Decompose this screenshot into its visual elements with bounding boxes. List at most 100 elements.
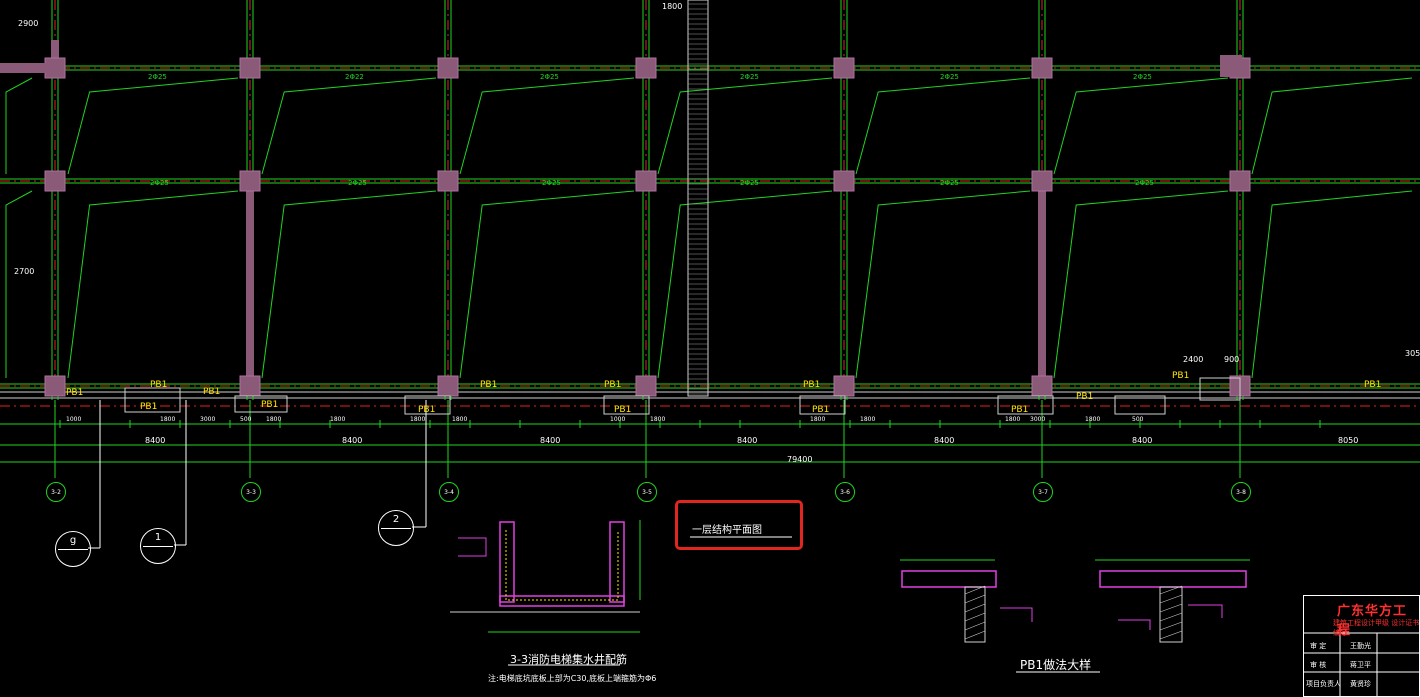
- beam-label: 2Φ25: [1133, 73, 1152, 81]
- slab-span-line: [855, 77, 1031, 175]
- dim-top-mid: 1800: [662, 2, 683, 11]
- pb-label: PB1: [604, 380, 622, 390]
- axis-bubble: 3-6: [835, 482, 855, 502]
- beam-label: 2Φ25: [150, 179, 169, 187]
- column: [239, 57, 261, 79]
- detail-dim: 1800: [330, 416, 346, 423]
- slab-span-line: [5, 77, 33, 174]
- section-title: 3-3消防电梯集水井配筋: [510, 653, 627, 666]
- beam-label: 2Φ25: [740, 73, 759, 81]
- section-mark-g: g: [55, 531, 91, 567]
- column: [833, 170, 855, 192]
- beam-label: 2Φ25: [940, 73, 959, 81]
- column: [239, 375, 261, 397]
- slab-span-line: [855, 190, 1031, 379]
- slab-span-line: [261, 77, 437, 175]
- total-dim: 79400: [787, 455, 813, 464]
- column: [833, 375, 855, 397]
- span-dim-5: 8400: [934, 436, 955, 445]
- tb-row-value: 蒋卫平: [1350, 661, 1371, 669]
- slab-span-line: [1251, 190, 1413, 379]
- pb-label: PB1: [261, 400, 279, 410]
- column: [1229, 170, 1251, 192]
- detail-hatch: [964, 630, 986, 640]
- slab-span-line: [459, 190, 635, 379]
- slab-span-line: [261, 190, 437, 379]
- wall-segment: [1038, 186, 1046, 378]
- detail-leader: [1188, 604, 1223, 618]
- pb-label: PB1: [150, 380, 168, 390]
- column: [1220, 55, 1242, 77]
- pb-label: PB1: [480, 380, 498, 390]
- tb-row-key: 审 核: [1310, 661, 1327, 669]
- pit-slab: [499, 595, 625, 607]
- dim-slab2: 900: [1224, 355, 1240, 364]
- span-dim-3: 8400: [540, 436, 561, 445]
- detail-hatch: [1159, 621, 1183, 631]
- cad-drawing-canvas[interactable]: [0, 0, 1420, 697]
- pb-label: PB1: [1364, 380, 1382, 390]
- detail-dim: 1800: [810, 416, 826, 423]
- detail-slab: [1099, 570, 1247, 588]
- detail-slab: [901, 570, 997, 588]
- axis-bubble: 3-7: [1033, 482, 1053, 502]
- section-note: 注:电梯底坑底板上部为C30,底板上端箍筋为Φ6: [488, 674, 657, 683]
- tb-row-value: 黄贤珍: [1350, 680, 1371, 688]
- beam-label: 2Φ22: [345, 73, 364, 81]
- dim-mid-h: 3050: [1405, 349, 1420, 358]
- column: [437, 375, 459, 397]
- pb1-slab: [1114, 395, 1166, 415]
- span-dim-4: 8400: [737, 436, 758, 445]
- detail-dim: 500: [1132, 416, 1144, 423]
- column: [437, 57, 459, 79]
- column: [239, 170, 261, 192]
- beam-label: 2Φ25: [540, 73, 559, 81]
- axis-bubble: 3-4: [439, 482, 459, 502]
- beam-label: 2Φ25: [740, 179, 759, 187]
- detail-dim: 1000: [610, 416, 626, 423]
- detail-title: PB1做法大样: [1020, 658, 1092, 672]
- company-subtitle: 建筑工程设计甲级 设计证书编号: [1333, 619, 1420, 637]
- span-dim-1: 8400: [145, 436, 166, 445]
- column: [1031, 170, 1053, 192]
- column: [437, 170, 459, 192]
- detail-hatch: [964, 594, 986, 604]
- column: [1031, 57, 1053, 79]
- wall-segment: [246, 186, 254, 378]
- pb-label: PB1: [803, 380, 821, 390]
- detail-dim: 1800: [860, 416, 876, 423]
- pb-label: PB1: [812, 405, 830, 415]
- detail-hatch: [964, 621, 986, 631]
- pb-label: PB1: [1076, 392, 1094, 402]
- column: [44, 170, 66, 192]
- detail-hatch: [1159, 630, 1183, 640]
- detail-dim: 1800: [452, 416, 468, 423]
- detail-dim: 1800: [1085, 416, 1101, 423]
- pit-rebar: [458, 537, 487, 557]
- tb-row-value: 王勤光: [1350, 642, 1371, 650]
- slab-span-line: [657, 190, 833, 379]
- pb-label: PB1: [614, 405, 632, 415]
- detail-hatch: [964, 603, 986, 613]
- detail-leader: [1118, 619, 1151, 630]
- beam-label: 2Φ25: [940, 179, 959, 187]
- column: [635, 375, 657, 397]
- detail-hatch: [1159, 594, 1183, 604]
- detail-dim: 1800: [160, 416, 176, 423]
- column: [635, 170, 657, 192]
- pb-label: PB1: [1011, 405, 1029, 415]
- pb-label: PB1: [140, 402, 158, 412]
- column: [635, 57, 657, 79]
- detail-hatch: [964, 612, 986, 622]
- beam-label: 2Φ25: [1135, 179, 1154, 187]
- section-mark-1: 1: [140, 528, 176, 564]
- detail-dim: 1800: [650, 416, 666, 423]
- column: [44, 375, 66, 397]
- slab-span-line: [1053, 190, 1229, 379]
- slab-span-line: [1251, 77, 1413, 175]
- dim-slab: 2400: [1183, 355, 1204, 364]
- plan-title: 一层结构平面图: [692, 525, 762, 536]
- section-mark-2: 2: [378, 510, 414, 546]
- tb-row-key: 项目负责人: [1306, 680, 1341, 688]
- detail-dim: 3000: [200, 416, 216, 423]
